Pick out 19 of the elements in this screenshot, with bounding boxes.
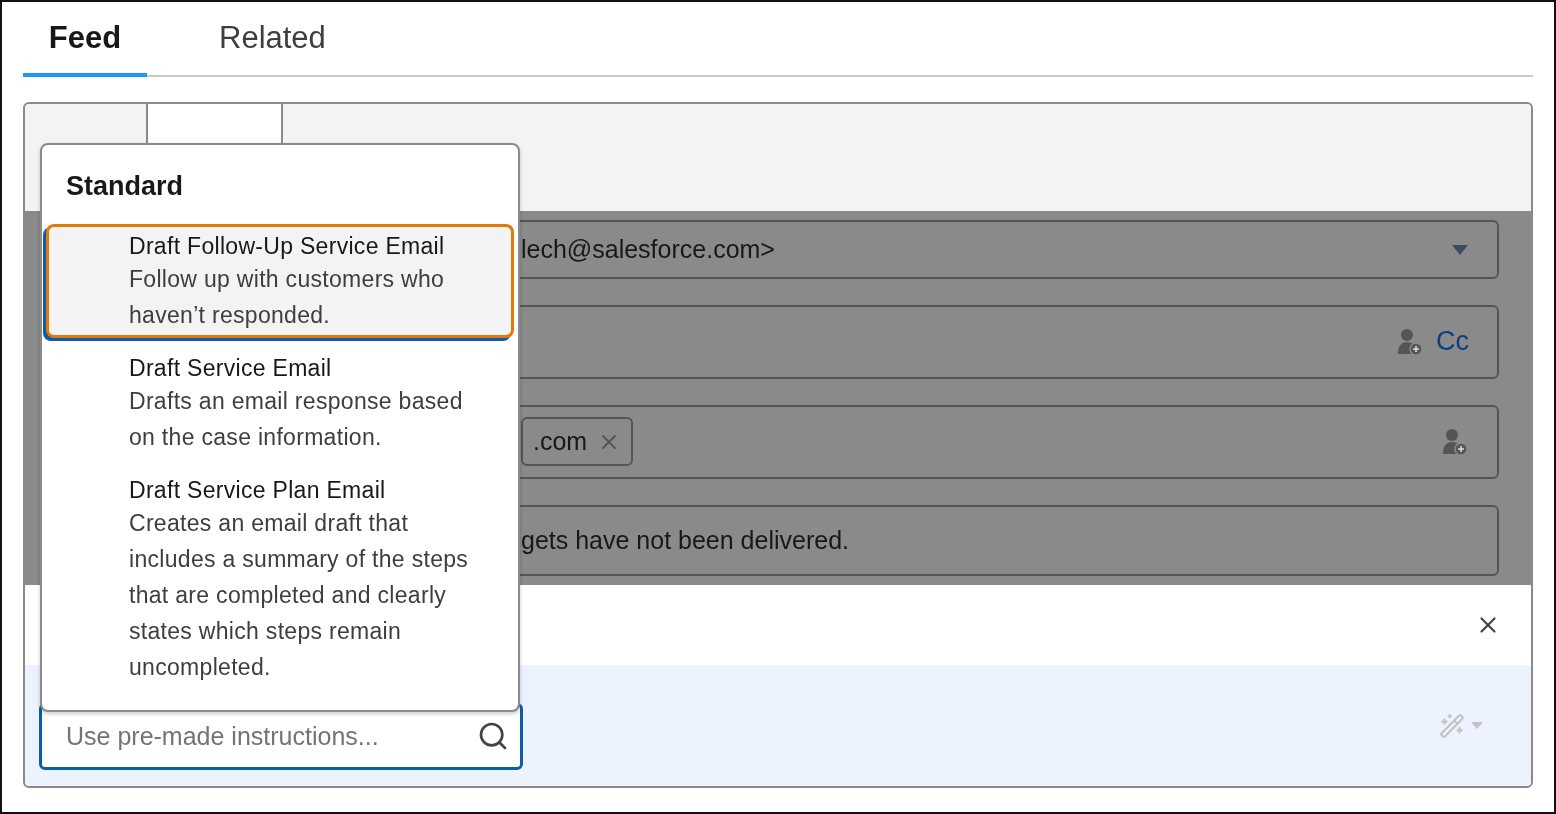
option-description: Follow up with customers who haven’t responded. (129, 265, 446, 330)
add-person-icon[interactable] (1441, 427, 1469, 456)
menu-option[interactable]: Draft Follow-Up Service Email Follow up with customers who haven’t responded. (46, 224, 514, 338)
from-address: lech@salesforce.com> (521, 235, 776, 265)
option-description: Creates an email draft that includes a summary of the steps that are completed and clearly states which steps remain uncompleted. (129, 509, 470, 682)
tab[interactable]: Feed (23, 2, 147, 77)
group-heading: Standard (65, 171, 185, 203)
option-title: Draft Service Email (129, 354, 333, 383)
pill-label: .com (533, 427, 588, 457)
search-icon[interactable] (477, 720, 509, 752)
option-description: Drafts an email response based on the case information. (129, 387, 464, 452)
recipient-pill[interactable]: .com (521, 417, 634, 467)
subject-text: gets have not been delivered. (521, 525, 850, 555)
cc-link[interactable]: Cc (1436, 326, 1469, 358)
option-title: Draft Follow-Up Service Email (129, 232, 446, 261)
dropdown-caret-icon[interactable] (1451, 243, 1469, 256)
add-person-icon[interactable] (1396, 327, 1424, 356)
tab[interactable]: Related (195, 2, 350, 77)
option-title: Draft Service Plan Email (129, 476, 387, 505)
